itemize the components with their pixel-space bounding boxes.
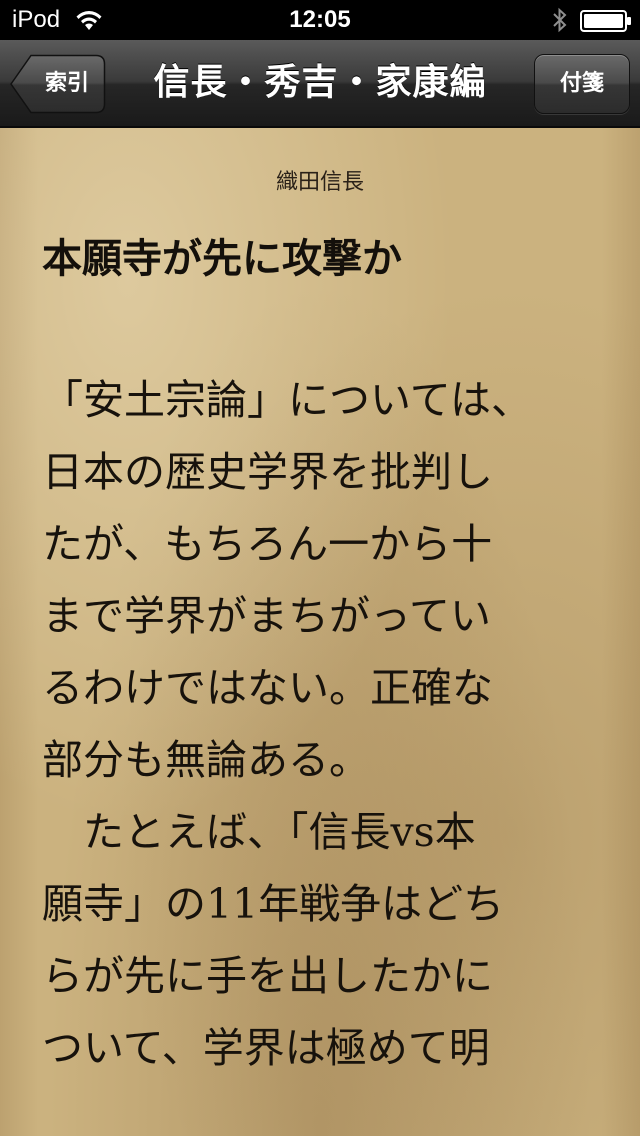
status-bar: iPod 12:05	[0, 0, 640, 40]
body-line: らが先に手を出したかに	[42, 952, 493, 1000]
book-title: 信長・秀吉・家康編	[153, 62, 487, 103]
body-line: ついて、学界は極めて明	[42, 1024, 490, 1072]
body-line: 「安土宗論」については、	[42, 376, 532, 424]
bookmark-button[interactable]: 付箋	[534, 54, 630, 114]
body-line: るわけではない。正確な	[42, 664, 493, 712]
clock: 12:05	[289, 6, 351, 33]
body-line: 願寺」の11年戦争はどち	[42, 880, 505, 928]
body-line: たとえば、「信長vs本	[42, 808, 476, 856]
body-line: 部分も無論ある。	[42, 736, 370, 784]
body-text: 「安土宗論」については、 日本の歴史学界を批判し たが、もちろん一から十 まで学…	[42, 364, 602, 1084]
battery-icon	[580, 10, 632, 32]
navigation-bar: 索引 信長・秀吉・家康編 付箋	[0, 40, 640, 128]
running-header: 織田信長	[275, 170, 364, 195]
body-line: まで学界がまちがってい	[42, 592, 491, 640]
body-line: 日本の歴史学界を批判し	[42, 448, 493, 496]
book-page[interactable]: 織田信長 本願寺が先に攻撃か 「安土宗論」については、 日本の歴史学界を批判し …	[0, 128, 640, 1136]
chapter-title: 本願寺が先に攻撃か	[42, 236, 402, 282]
reader-screen: iPod 12:05 索引 信長・秀吉・家康編 付箋 織田信長 本願寺が先に攻撃…	[0, 0, 640, 1136]
back-button-label: 索引	[44, 71, 89, 96]
index-back-button[interactable]: 索引	[10, 54, 106, 114]
body-line: たが、もちろん一から十	[42, 520, 493, 568]
bluetooth-icon	[552, 6, 568, 34]
